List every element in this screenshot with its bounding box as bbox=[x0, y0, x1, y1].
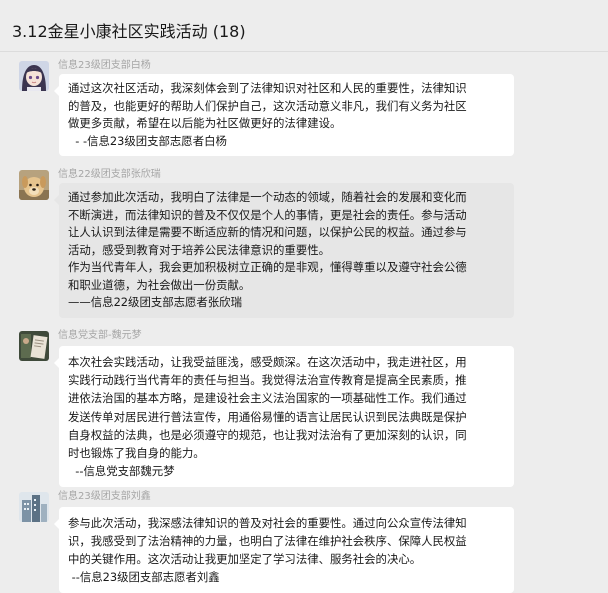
message-text-line: 进依法治国的基本方略，是建设社会主义法治国家的一项基础性工作。我们通过 bbox=[68, 391, 467, 406]
message-bubble[interactable]: 通过参加此次活动，我明白了法律是一个动态的领域，随着社会的发展和变化而 不断演进… bbox=[54, 183, 514, 318]
sender-name: 信息23级团支部刘鑫 bbox=[58, 491, 151, 502]
sender-name: 信息22级团支部张欣瑞 bbox=[58, 169, 161, 180]
message-text-line: 参与此次活动，我深感法律知识的普及对社会的重要性。通过向公众宣传法律知 bbox=[68, 516, 467, 530]
message-bubble[interactable]: 参与此次活动，我深感法律知识的普及对社会的重要性。通过向公众宣传法律知 识，我感… bbox=[54, 507, 514, 593]
message-text-line: - -信息23级团支部志愿者白杨 bbox=[68, 133, 227, 148]
message-item: 信息23级团支部白杨 通过这次社区活动，我深刻体会到了法律知识对社区和人民的重要… bbox=[0, 53, 608, 156]
message-text-line: --信息23级团支部志愿者刘鑫 bbox=[68, 570, 220, 584]
message-text-line: 不断演进，而法律知识的普及不仅仅是个人的事情，更是社会的责任。参与活动 bbox=[68, 207, 467, 222]
message-text-line: 的普及，也能更好的帮助人们保护自己，这次活动意义非凡，我们有义务为社区 bbox=[68, 98, 467, 113]
message-text-line: 识，我感受到了法治精神的力量，也明白了法律在维护社会秩序、保障人民权益 bbox=[68, 534, 467, 548]
message-item: 信息22级团支部张欣瑞 通过参加此次活动，我明白了法律是一个动态的领域，随着社会… bbox=[0, 162, 608, 322]
message-bubble[interactable]: 通过这次社区活动，我深刻体会到了法律知识对社区和人民的重要性，法律知识 的普及，… bbox=[54, 74, 514, 156]
message-item: 信息23级团支部刘鑫 参与此次活动，我深感法律知识的普及对社会的重要性。通过向公… bbox=[0, 484, 608, 593]
message-text-line: 活动，感受到教育对于培养公民法律意识的重要性。 bbox=[68, 242, 330, 257]
chat-header: 3.12金星小康社区实践活动 (18) bbox=[0, 0, 608, 52]
building-avatar[interactable] bbox=[19, 492, 49, 522]
message-text-line: 自身权益的法典，也是必须遵守的规范，也让我对法治有了更加深刻的认识，同 bbox=[68, 427, 467, 442]
message-text-line: 中的关键作用。这次活动让我更加坚定了学习法律、服务社会的决心。 bbox=[68, 552, 422, 566]
message-text-line: 做更多贡献，希望在以后能为社区做更好的法律建设。 bbox=[68, 116, 342, 130]
message-bubble[interactable]: 本次社会实践活动，让我受益匪浅，感受颇深。在这次活动中，我走进社区，用 实践行动… bbox=[54, 346, 514, 488]
message-text-line: 让人认识到法律是需要不断适应新的情况和问题，以保护公民的权益。通过参与 bbox=[68, 225, 467, 239]
message-text-line: 发送传单对居民进行普法宣传，用通俗易懂的语言让居民认识到民法典既是保护 bbox=[68, 409, 467, 424]
message-text-line: 本次社会实践活动，让我受益匪浅，感受颇深。在这次活动中，我走进社区，用 bbox=[68, 355, 467, 369]
anime-girl-avatar[interactable] bbox=[19, 61, 49, 91]
dog-avatar[interactable] bbox=[19, 170, 49, 200]
chat-title: 3.12金星小康社区实践活动 (18) bbox=[12, 22, 246, 41]
message-text-line: --信息党支部魏元梦 bbox=[68, 464, 175, 479]
sender-name: 信息23级团支部白杨 bbox=[58, 60, 151, 71]
message-text-line: 作为当代青年人，我会更加积极树立正确的是非观，懂得尊重以及遵守社会公德 bbox=[68, 260, 467, 274]
message-text-line: 时也锻炼了我自身的能力。 bbox=[68, 446, 205, 461]
message-text-line: 和职业道德，为社会做出一份贡献。 bbox=[68, 277, 251, 292]
sender-name: 信息党支部-魏元梦 bbox=[58, 330, 142, 341]
message-item: 信息党支部-魏元梦 本次社会实践活动，让我受益匪浅，感受颇深。在这次活动中，我走… bbox=[0, 323, 608, 488]
message-text-line: 通过参加此次活动，我明白了法律是一个动态的领域，随着社会的发展和变化而 bbox=[68, 190, 467, 204]
message-text-line: 通过这次社区活动，我深刻体会到了法律知识对社区和人民的重要性，法律知识 bbox=[68, 81, 467, 95]
photo-avatar[interactable] bbox=[19, 331, 49, 361]
message-text-line: ——信息22级团支部志愿者张欣瑞 bbox=[68, 295, 242, 309]
message-text-line: 实践行动践行当代青年的责任与担当。我觉得法治宣传教育是提高全民素质，推 bbox=[68, 373, 467, 388]
